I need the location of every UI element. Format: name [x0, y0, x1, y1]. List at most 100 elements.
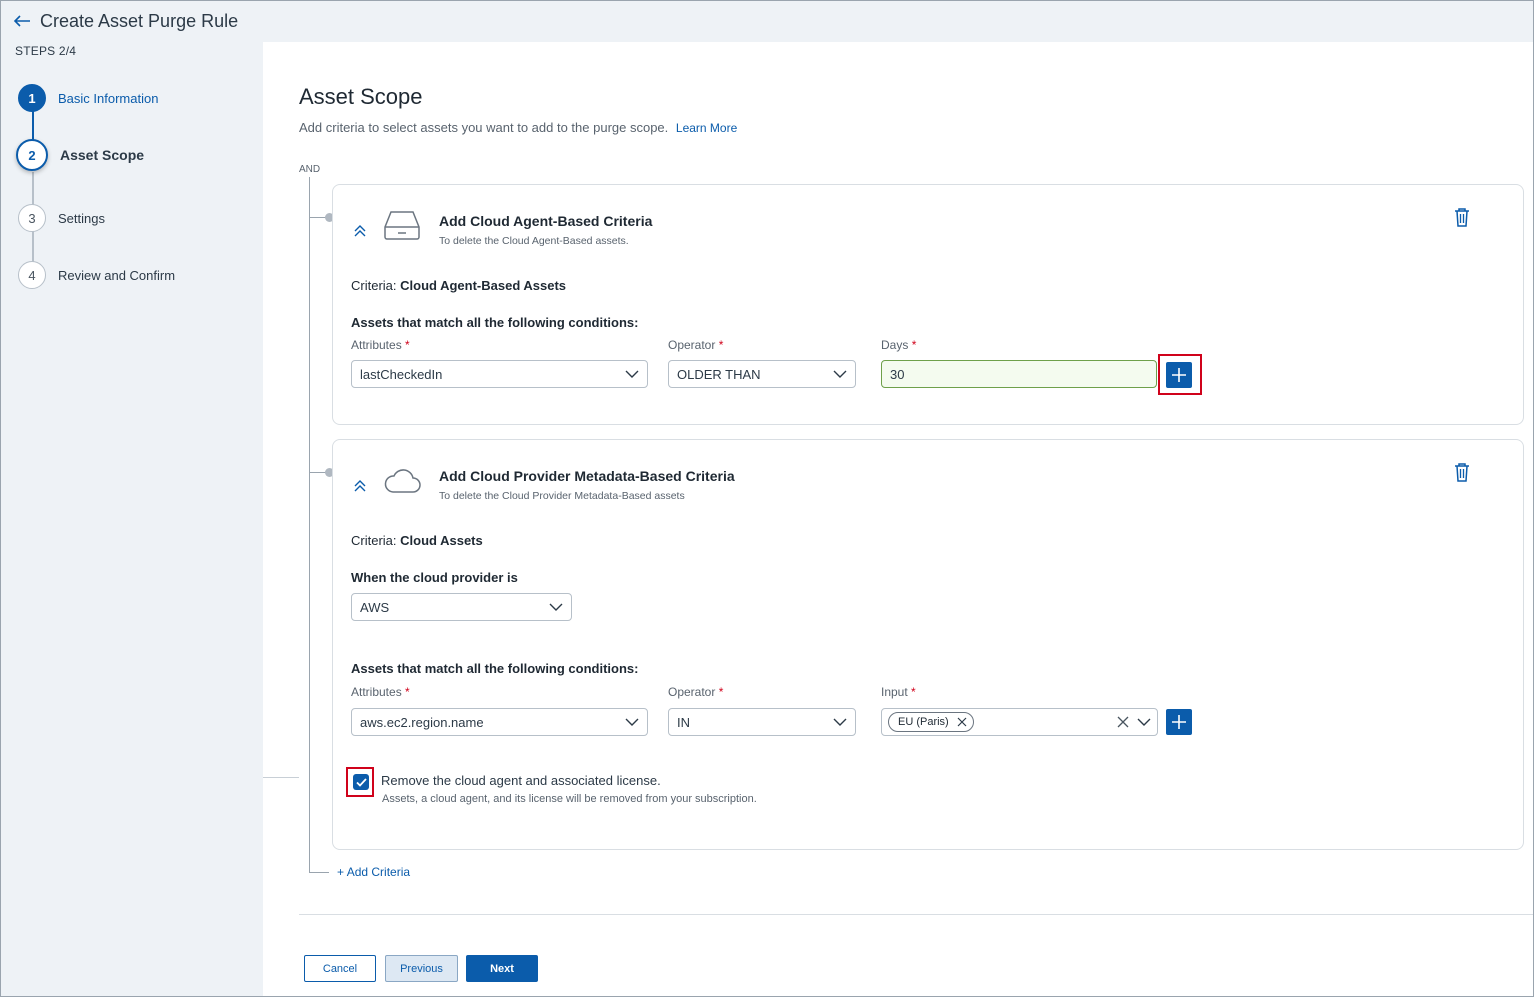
- step-asset-scope[interactable]: 2 Asset Scope: [16, 139, 144, 171]
- operator-label: Operator *: [668, 685, 723, 699]
- required-mark: *: [405, 338, 410, 352]
- hard-drive-icon: [384, 211, 420, 240]
- select-value: lastCheckedIn: [360, 366, 443, 382]
- step-number: 4: [18, 261, 46, 289]
- criteria-prefix: Criteria:: [351, 278, 397, 293]
- label-text: Operator: [668, 685, 716, 699]
- section-title: Asset Scope: [299, 84, 423, 109]
- back-arrow-icon[interactable]: [12, 14, 32, 28]
- selected-chip[interactable]: EU (Paris): [888, 712, 974, 732]
- required-mark: *: [718, 685, 724, 699]
- select-value: IN: [677, 714, 690, 730]
- provider-heading: When the cloud provider is: [351, 570, 518, 585]
- cancel-button[interactable]: Cancel: [304, 955, 376, 982]
- chevron-down-icon: [833, 370, 847, 378]
- chevron-down-icon: [833, 718, 847, 726]
- step-number: 1: [18, 84, 46, 112]
- chevron-down-icon: [625, 718, 639, 726]
- plus-icon: +: [337, 865, 345, 879]
- section-subtitle: Add criteria to select assets you want t…: [299, 120, 737, 135]
- input-multiselect[interactable]: EU (Paris): [881, 708, 1158, 736]
- checkbox-description: Assets, a cloud agent, and its license w…: [382, 793, 757, 805]
- operator-label: Operator *: [668, 338, 723, 352]
- label-text: Attributes: [351, 338, 402, 352]
- card-title: Add Cloud Provider Metadata-Based Criter…: [439, 468, 735, 484]
- footer-divider: [299, 914, 1533, 915]
- conditions-heading: Assets that match all the following cond…: [351, 315, 639, 330]
- step-label: Settings: [58, 210, 105, 226]
- operator-select[interactable]: OLDER THAN: [668, 360, 856, 388]
- add-criteria-label: Add Criteria: [346, 865, 411, 879]
- step-number: 2: [16, 139, 48, 171]
- select-value: aws.ec2.region.name: [360, 714, 484, 730]
- label-text: Days: [881, 338, 909, 352]
- select-value: OLDER THAN: [677, 366, 761, 382]
- tree-line: [309, 872, 329, 873]
- main-panel: Asset Scope Add criteria to select asset…: [263, 42, 1533, 996]
- attributes-label: Attributes *: [351, 338, 410, 352]
- cloud-icon: [384, 469, 421, 493]
- criteria-value: Cloud Assets: [400, 533, 483, 548]
- chevron-down-icon[interactable]: [1137, 718, 1151, 727]
- label-text: Attributes: [351, 685, 402, 699]
- days-label: Days *: [881, 338, 916, 352]
- input-label: Input *: [881, 685, 916, 699]
- step-label: Basic Information: [58, 90, 159, 106]
- learn-more-link[interactable]: Learn More: [676, 121, 737, 135]
- label-text: Operator: [668, 338, 716, 352]
- step-connector: [32, 231, 34, 263]
- subtitle-text: Add criteria to select assets you want t…: [299, 120, 669, 135]
- label-text: Input: [881, 685, 908, 699]
- days-input[interactable]: 30: [881, 360, 1157, 388]
- checkmark-icon: [355, 777, 367, 787]
- plus-icon: [1172, 368, 1186, 382]
- trash-icon[interactable]: [1453, 207, 1471, 227]
- step-label: Asset Scope: [60, 147, 145, 163]
- required-mark: *: [718, 338, 724, 352]
- tree-line: [309, 177, 310, 873]
- conditions-heading: Assets that match all the following cond…: [351, 661, 639, 676]
- select-controls: [1117, 716, 1151, 728]
- required-mark: *: [405, 685, 410, 699]
- attributes-select[interactable]: aws.ec2.region.name: [351, 708, 648, 736]
- criteria-summary: Criteria: Cloud Assets: [351, 533, 483, 548]
- criteria-value: Cloud Agent-Based Assets: [400, 278, 567, 293]
- step-basic-information[interactable]: 1 Basic Information: [18, 84, 158, 112]
- plus-icon: [1172, 715, 1186, 729]
- trash-icon[interactable]: [1453, 462, 1471, 482]
- card-header: Add Cloud Agent-Based Criteria To delete…: [353, 209, 652, 247]
- criteria-prefix: Criteria:: [351, 533, 397, 548]
- remove-chip-icon[interactable]: [957, 717, 967, 727]
- card-description: To delete the Cloud Provider Metadata-Ba…: [439, 490, 685, 502]
- step-settings[interactable]: 3 Settings: [18, 204, 105, 232]
- operator-select[interactable]: IN: [668, 708, 856, 736]
- checkbox-label: Remove the cloud agent and associated li…: [381, 773, 661, 788]
- add-condition-button[interactable]: [1166, 709, 1192, 735]
- required-mark: *: [911, 338, 917, 352]
- collapse-chevron-icon[interactable]: [353, 478, 367, 492]
- cloud-provider-criteria-card: Add Cloud Provider Metadata-Based Criter…: [332, 439, 1524, 850]
- attributes-select[interactable]: lastCheckedIn: [351, 360, 648, 388]
- step-label: Review and Confirm: [58, 267, 176, 283]
- chip-label: EU (Paris): [898, 716, 949, 728]
- previous-button[interactable]: Previous: [385, 955, 458, 982]
- collapse-chevron-icon[interactable]: [353, 223, 367, 237]
- remove-agent-checkbox[interactable]: [353, 774, 369, 790]
- attributes-label: Attributes *: [351, 685, 410, 699]
- criteria-summary: Criteria: Cloud Agent-Based Assets: [351, 278, 566, 293]
- cloud-provider-select[interactable]: AWS: [351, 593, 572, 621]
- card-title: Add Cloud Agent-Based Criteria: [439, 213, 653, 229]
- clear-icon[interactable]: [1117, 716, 1129, 728]
- step-connector: [32, 172, 34, 206]
- step-review-and-confirm[interactable]: 4 Review and Confirm: [18, 261, 175, 289]
- logic-operator-label: AND: [299, 164, 321, 175]
- add-condition-button[interactable]: [1166, 362, 1192, 388]
- card-description: To delete the Cloud Agent-Based assets.: [439, 235, 629, 247]
- step-number: 3: [18, 204, 46, 232]
- page-title: Create Asset Purge Rule: [40, 10, 239, 31]
- chevron-down-icon: [549, 603, 563, 611]
- divider: [263, 777, 299, 778]
- select-value: AWS: [360, 599, 390, 615]
- add-criteria-link[interactable]: + Add Criteria: [337, 865, 410, 879]
- next-button[interactable]: Next: [466, 955, 538, 982]
